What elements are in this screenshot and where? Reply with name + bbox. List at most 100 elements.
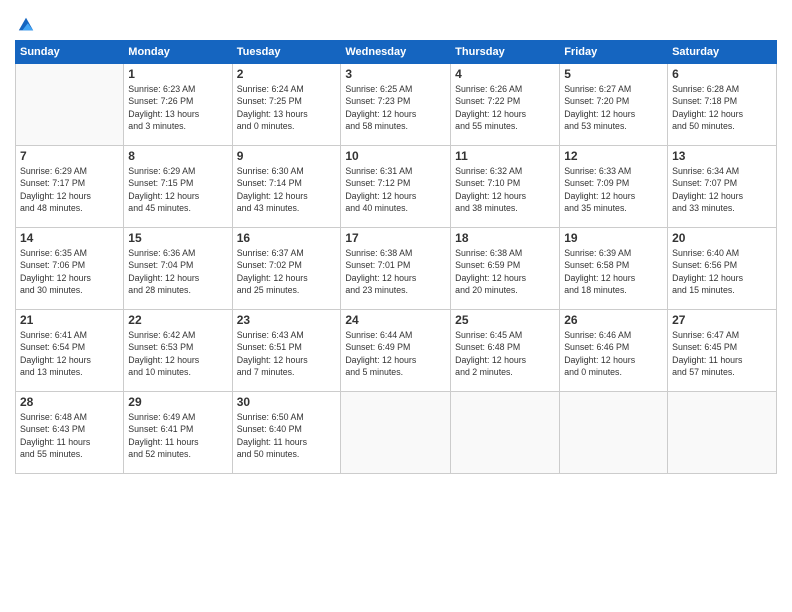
day-info: Sunrise: 6:40 AM Sunset: 6:56 PM Dayligh…: [672, 247, 772, 296]
calendar-cell: 17 Sunrise: 6:38 AM Sunset: 7:01 PM Dayli…: [341, 228, 451, 310]
day-number: 2: [237, 67, 337, 81]
day-number: 17: [345, 231, 446, 245]
day-number: 1: [128, 67, 227, 81]
day-header-thursday: Thursday: [451, 41, 560, 64]
day-number: 21: [20, 313, 119, 327]
day-number: 3: [345, 67, 446, 81]
calendar-cell: 16 Sunrise: 6:37 AM Sunset: 7:02 PM Dayli…: [232, 228, 341, 310]
calendar-cell: 5 Sunrise: 6:27 AM Sunset: 7:20 PM Daylig…: [560, 64, 668, 146]
day-number: 27: [672, 313, 772, 327]
day-number: 16: [237, 231, 337, 245]
calendar-cell: 9Sunrise: 6:30 AM Sunset: 7:14 PM Daylig…: [232, 146, 341, 228]
day-header-tuesday: Tuesday: [232, 41, 341, 64]
calendar-cell: 15Sunrise: 6:36 AM Sunset: 7:04 PM Dayli…: [124, 228, 232, 310]
calendar-cell: 10Sunrise: 6:31 AM Sunset: 7:12 PM Dayli…: [341, 146, 451, 228]
day-info: Sunrise: 6:38 AM Sunset: 7:01 PM Dayligh…: [345, 247, 446, 296]
calendar-cell: 26Sunrise: 6:46 AM Sunset: 6:46 PM Dayli…: [560, 310, 668, 392]
day-number: 6: [672, 67, 772, 81]
calendar-cell: [341, 392, 451, 474]
day-number: 23: [237, 313, 337, 327]
calendar-cell: 14 Sunrise: 6:35 AM Sunset: 7:06 PM Dayli…: [16, 228, 124, 310]
day-number: 30: [237, 395, 337, 409]
calendar-cell: 29 Sunrise: 6:49 AM Sunset: 6:41 PM Dayli…: [124, 392, 232, 474]
day-info: Sunrise: 6:44 AM Sunset: 6:49 PM Dayligh…: [345, 329, 446, 378]
day-header-friday: Friday: [560, 41, 668, 64]
calendar-cell: 25 Sunrise: 6:45 AM Sunset: 6:48 PM Dayli…: [451, 310, 560, 392]
day-info: Sunrise: 6:41 AM Sunset: 6:54 PM Dayligh…: [20, 329, 119, 378]
calendar-cell: 18 Sunrise: 6:38 AM Sunset: 6:59 PM Dayli…: [451, 228, 560, 310]
page: SundayMondayTuesdayWednesdayThursdayFrid…: [0, 0, 792, 612]
calendar-table: SundayMondayTuesdayWednesdayThursdayFrid…: [15, 40, 777, 474]
calendar-cell: [16, 64, 124, 146]
day-info: Sunrise: 6:25 AM Sunset: 7:23 PM Dayligh…: [345, 83, 446, 132]
day-info: Sunrise: 6:45 AM Sunset: 6:48 PM Dayligh…: [455, 329, 555, 378]
calendar-cell: 28 Sunrise: 6:48 AM Sunset: 6:43 PM Dayli…: [16, 392, 124, 474]
day-info: Sunrise: 6:50 AM Sunset: 6:40 PM Dayligh…: [237, 411, 337, 460]
day-number: 13: [672, 149, 772, 163]
calendar-cell: 21 Sunrise: 6:41 AM Sunset: 6:54 PM Dayli…: [16, 310, 124, 392]
calendar-cell: 6 Sunrise: 6:28 AM Sunset: 7:18 PM Daylig…: [668, 64, 777, 146]
day-info: Sunrise: 6:38 AM Sunset: 6:59 PM Dayligh…: [455, 247, 555, 296]
day-info: Sunrise: 6:33 AM Sunset: 7:09 PM Dayligh…: [564, 165, 663, 214]
day-number: 11: [455, 149, 555, 163]
day-number: 19: [564, 231, 663, 245]
day-number: 25: [455, 313, 555, 327]
day-number: 7: [20, 149, 119, 163]
day-info: Sunrise: 6:30 AM Sunset: 7:14 PM Dayligh…: [237, 165, 337, 214]
day-info: Sunrise: 6:34 AM Sunset: 7:07 PM Dayligh…: [672, 165, 772, 214]
calendar-cell: [560, 392, 668, 474]
calendar-cell: 12Sunrise: 6:33 AM Sunset: 7:09 PM Dayli…: [560, 146, 668, 228]
day-info: Sunrise: 6:47 AM Sunset: 6:45 PM Dayligh…: [672, 329, 772, 378]
calendar-cell: 19 Sunrise: 6:39 AM Sunset: 6:58 PM Dayli…: [560, 228, 668, 310]
calendar-cell: 30 Sunrise: 6:50 AM Sunset: 6:40 PM Dayli…: [232, 392, 341, 474]
calendar-week-1: 1 Sunrise: 6:23 AM Sunset: 7:26 PM Daylig…: [16, 64, 777, 146]
calendar-week-3: 14 Sunrise: 6:35 AM Sunset: 7:06 PM Dayli…: [16, 228, 777, 310]
day-number: 28: [20, 395, 119, 409]
day-header-sunday: Sunday: [16, 41, 124, 64]
day-number: 5: [564, 67, 663, 81]
calendar-cell: 11 Sunrise: 6:32 AM Sunset: 7:10 PM Dayli…: [451, 146, 560, 228]
calendar-week-4: 21 Sunrise: 6:41 AM Sunset: 6:54 PM Dayli…: [16, 310, 777, 392]
day-header-wednesday: Wednesday: [341, 41, 451, 64]
calendar-cell: 20Sunrise: 6:40 AM Sunset: 6:56 PM Dayli…: [668, 228, 777, 310]
day-header-monday: Monday: [124, 41, 232, 64]
day-info: Sunrise: 6:31 AM Sunset: 7:12 PM Dayligh…: [345, 165, 446, 214]
calendar-cell: 24 Sunrise: 6:44 AM Sunset: 6:49 PM Dayli…: [341, 310, 451, 392]
day-info: Sunrise: 6:26 AM Sunset: 7:22 PM Dayligh…: [455, 83, 555, 132]
day-info: Sunrise: 6:32 AM Sunset: 7:10 PM Dayligh…: [455, 165, 555, 214]
day-number: 8: [128, 149, 227, 163]
day-info: Sunrise: 6:27 AM Sunset: 7:20 PM Dayligh…: [564, 83, 663, 132]
calendar-cell: 2Sunrise: 6:24 AM Sunset: 7:25 PM Daylig…: [232, 64, 341, 146]
day-header-saturday: Saturday: [668, 41, 777, 64]
day-info: Sunrise: 6:35 AM Sunset: 7:06 PM Dayligh…: [20, 247, 119, 296]
calendar-cell: 1 Sunrise: 6:23 AM Sunset: 7:26 PM Daylig…: [124, 64, 232, 146]
calendar-cell: 7 Sunrise: 6:29 AM Sunset: 7:17 PM Daylig…: [16, 146, 124, 228]
day-info: Sunrise: 6:29 AM Sunset: 7:15 PM Dayligh…: [128, 165, 227, 214]
day-info: Sunrise: 6:29 AM Sunset: 7:17 PM Dayligh…: [20, 165, 119, 214]
calendar-cell: [668, 392, 777, 474]
calendar-cell: 13 Sunrise: 6:34 AM Sunset: 7:07 PM Dayli…: [668, 146, 777, 228]
days-header-row: SundayMondayTuesdayWednesdayThursdayFrid…: [16, 41, 777, 64]
day-number: 22: [128, 313, 227, 327]
day-number: 18: [455, 231, 555, 245]
day-number: 24: [345, 313, 446, 327]
day-info: Sunrise: 6:39 AM Sunset: 6:58 PM Dayligh…: [564, 247, 663, 296]
logo: [15, 14, 35, 34]
day-info: Sunrise: 6:28 AM Sunset: 7:18 PM Dayligh…: [672, 83, 772, 132]
day-info: Sunrise: 6:48 AM Sunset: 6:43 PM Dayligh…: [20, 411, 119, 460]
day-number: 14: [20, 231, 119, 245]
day-info: Sunrise: 6:23 AM Sunset: 7:26 PM Dayligh…: [128, 83, 227, 132]
day-info: Sunrise: 6:37 AM Sunset: 7:02 PM Dayligh…: [237, 247, 337, 296]
day-info: Sunrise: 6:49 AM Sunset: 6:41 PM Dayligh…: [128, 411, 227, 460]
calendar-cell: 27 Sunrise: 6:47 AM Sunset: 6:45 PM Dayli…: [668, 310, 777, 392]
calendar-week-5: 28 Sunrise: 6:48 AM Sunset: 6:43 PM Dayli…: [16, 392, 777, 474]
calendar-cell: 8 Sunrise: 6:29 AM Sunset: 7:15 PM Daylig…: [124, 146, 232, 228]
calendar-cell: 23 Sunrise: 6:43 AM Sunset: 6:51 PM Dayli…: [232, 310, 341, 392]
calendar-cell: 3 Sunrise: 6:25 AM Sunset: 7:23 PM Daylig…: [341, 64, 451, 146]
day-number: 15: [128, 231, 227, 245]
day-info: Sunrise: 6:43 AM Sunset: 6:51 PM Dayligh…: [237, 329, 337, 378]
day-number: 29: [128, 395, 227, 409]
calendar-cell: [451, 392, 560, 474]
day-info: Sunrise: 6:46 AM Sunset: 6:46 PM Dayligh…: [564, 329, 663, 378]
calendar-week-2: 7 Sunrise: 6:29 AM Sunset: 7:17 PM Daylig…: [16, 146, 777, 228]
